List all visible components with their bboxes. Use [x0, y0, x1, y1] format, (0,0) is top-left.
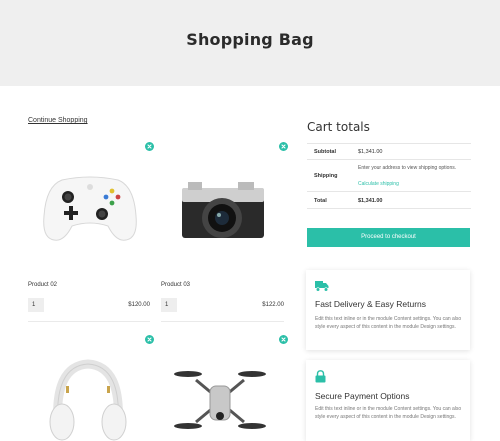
continue-shopping-link[interactable]: Continue Shopping: [28, 117, 88, 124]
shipping-note: Enter your address to view shipping opti…: [358, 165, 457, 171]
quantity-input[interactable]: 1: [161, 298, 177, 312]
feature-card: Secure Payment Options Edit this text in…: [306, 360, 470, 441]
divider: [307, 208, 471, 209]
page-title: Shopping Bag: [186, 30, 314, 49]
quantity-input[interactable]: 1: [28, 298, 44, 312]
total-label: Total: [314, 198, 327, 204]
close-icon: [281, 144, 286, 149]
product-price: $120.00: [128, 302, 150, 308]
truck-icon: [315, 281, 329, 292]
feature-body: Edit this text inline or in the module C…: [315, 406, 462, 420]
divider: [161, 321, 284, 322]
feature-title: Fast Delivery & Easy Returns: [315, 299, 427, 309]
total-value: $1,341.00: [358, 198, 383, 204]
feature-title: Secure Payment Options: [315, 391, 410, 401]
remove-item-button[interactable]: [145, 335, 154, 344]
product-name: Product 02: [28, 282, 58, 288]
game-controller-image[interactable]: [42, 172, 138, 244]
remove-item-button[interactable]: [279, 335, 288, 344]
subtotal-value: $1,341.00: [358, 149, 383, 155]
divider: [28, 321, 150, 322]
lock-icon: [315, 370, 326, 383]
cart-totals-title: Cart totals: [307, 120, 370, 134]
remove-item-button[interactable]: [279, 142, 288, 151]
feature-card: Fast Delivery & Easy Returns Edit this t…: [306, 270, 470, 350]
headphones-image[interactable]: [46, 356, 130, 441]
product-name: Product 03: [161, 282, 191, 288]
close-icon: [147, 337, 152, 342]
divider: [307, 159, 471, 160]
feature-body: Edit this text inline or in the module C…: [315, 316, 462, 330]
close-icon: [281, 337, 286, 342]
camera-image[interactable]: [178, 178, 266, 244]
product-price: $122.00: [262, 302, 284, 308]
divider: [307, 143, 471, 144]
close-icon: [147, 144, 152, 149]
page-header: Shopping Bag: [0, 0, 500, 86]
shipping-label: Shipping: [314, 173, 338, 179]
subtotal-label: Subtotal: [314, 149, 336, 155]
divider: [307, 191, 471, 192]
calculate-shipping-link[interactable]: Calculate shipping: [358, 181, 399, 187]
drone-image[interactable]: [174, 362, 266, 441]
proceed-to-checkout-button[interactable]: Proceed to checkout: [307, 228, 470, 247]
remove-item-button[interactable]: [145, 142, 154, 151]
